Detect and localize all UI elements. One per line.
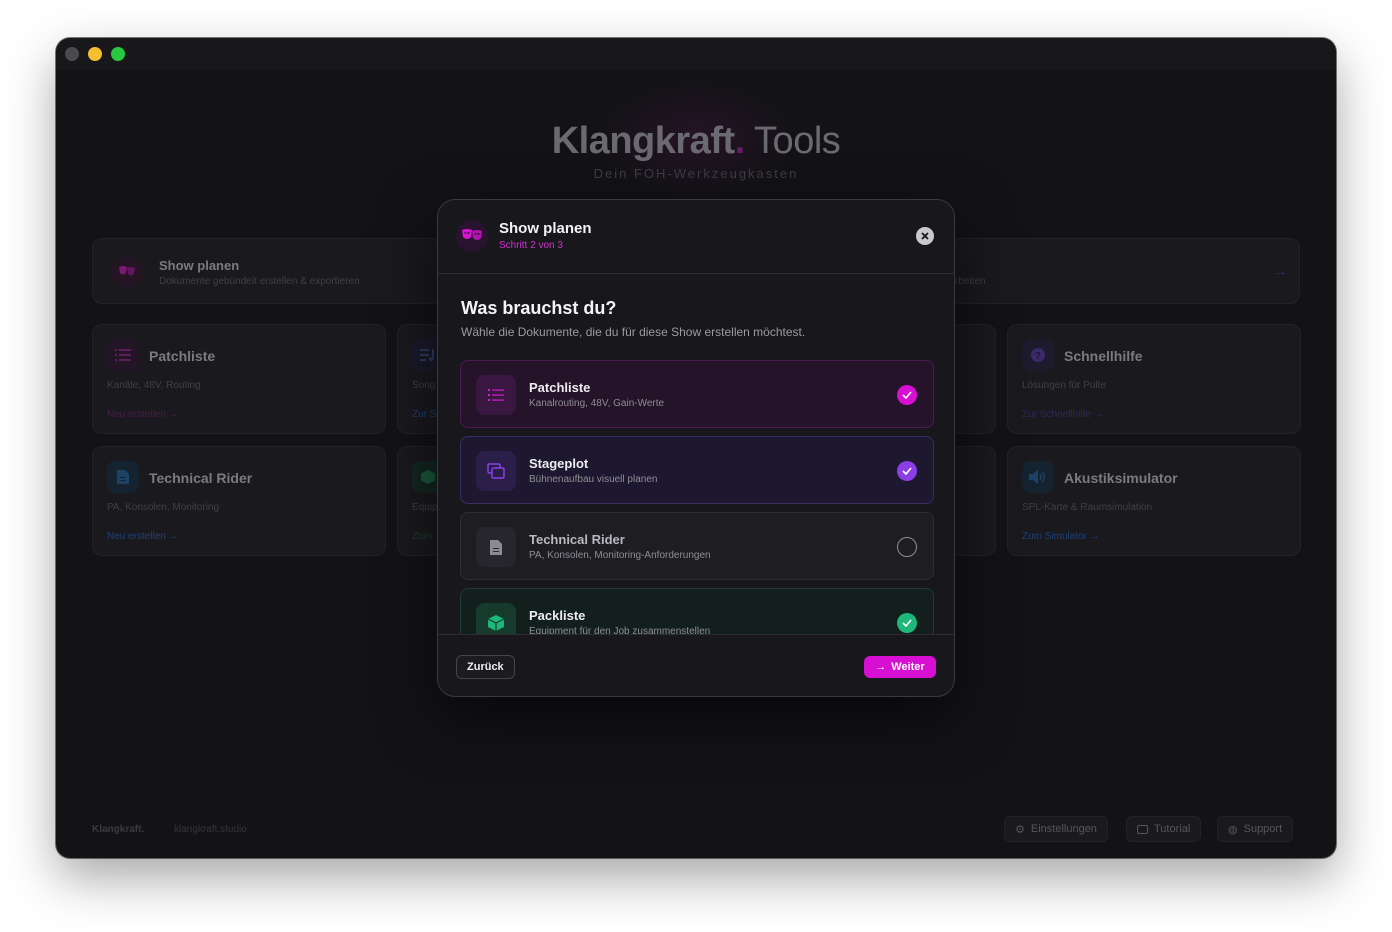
list-icon xyxy=(476,375,516,415)
show-planen-dialog: Show planen Schritt 2 von 3 Was brauchst… xyxy=(437,199,955,697)
footer-divider xyxy=(438,634,954,635)
question-heading: Was brauchst du? xyxy=(461,298,617,318)
arrow-right-icon: → xyxy=(875,661,887,673)
next-button-label: Weiter xyxy=(891,661,925,673)
next-button[interactable]: → Weiter xyxy=(864,656,936,678)
option-title: Patchliste xyxy=(529,380,591,395)
option-title: Stageplot xyxy=(529,456,589,471)
close-icon xyxy=(921,232,929,240)
option-subtitle: Kanalrouting, 48V, Gain-Werte xyxy=(529,398,665,409)
box-icon xyxy=(476,603,516,634)
back-button[interactable]: Zurück xyxy=(456,655,515,679)
option-subtitle: Bühnenaufbau visuell planen xyxy=(529,474,658,485)
document-icon xyxy=(476,527,516,567)
dialog-title: Show planen xyxy=(499,220,592,237)
option-packliste[interactable]: Packliste Equipment für den Job zusammen… xyxy=(460,588,934,634)
checkmark-icon[interactable] xyxy=(897,385,917,405)
unchecked-circle-icon[interactable] xyxy=(897,537,917,557)
option-title: Technical Rider xyxy=(529,532,625,547)
header-divider xyxy=(438,273,954,274)
checkmark-icon[interactable] xyxy=(897,461,917,481)
option-subtitle: Equipment für den Job zusammenstellen xyxy=(529,626,711,634)
option-stageplot[interactable]: Stageplot Bühnenaufbau visuell planen xyxy=(460,436,934,504)
checkmark-icon[interactable] xyxy=(897,613,917,633)
step-indicator: Schritt 2 von 3 xyxy=(499,240,563,251)
app-window: Klangkraft. Tools Dein FOH-Werkzeugkaste… xyxy=(56,38,1336,858)
option-patchliste[interactable]: Patchliste Kanalrouting, 48V, Gain-Werte xyxy=(460,360,934,428)
option-technical-rider[interactable]: Technical Rider PA, Konsolen, Monitoring… xyxy=(460,512,934,580)
close-button[interactable] xyxy=(916,227,934,245)
theater-masks-icon xyxy=(456,220,488,252)
question-subtitle: Wähle die Dokumente, die du für diese Sh… xyxy=(461,325,806,339)
option-subtitle: PA, Konsolen, Monitoring-Anforderungen xyxy=(529,550,711,561)
stageplot-icon xyxy=(476,451,516,491)
option-title: Packliste xyxy=(529,608,586,623)
